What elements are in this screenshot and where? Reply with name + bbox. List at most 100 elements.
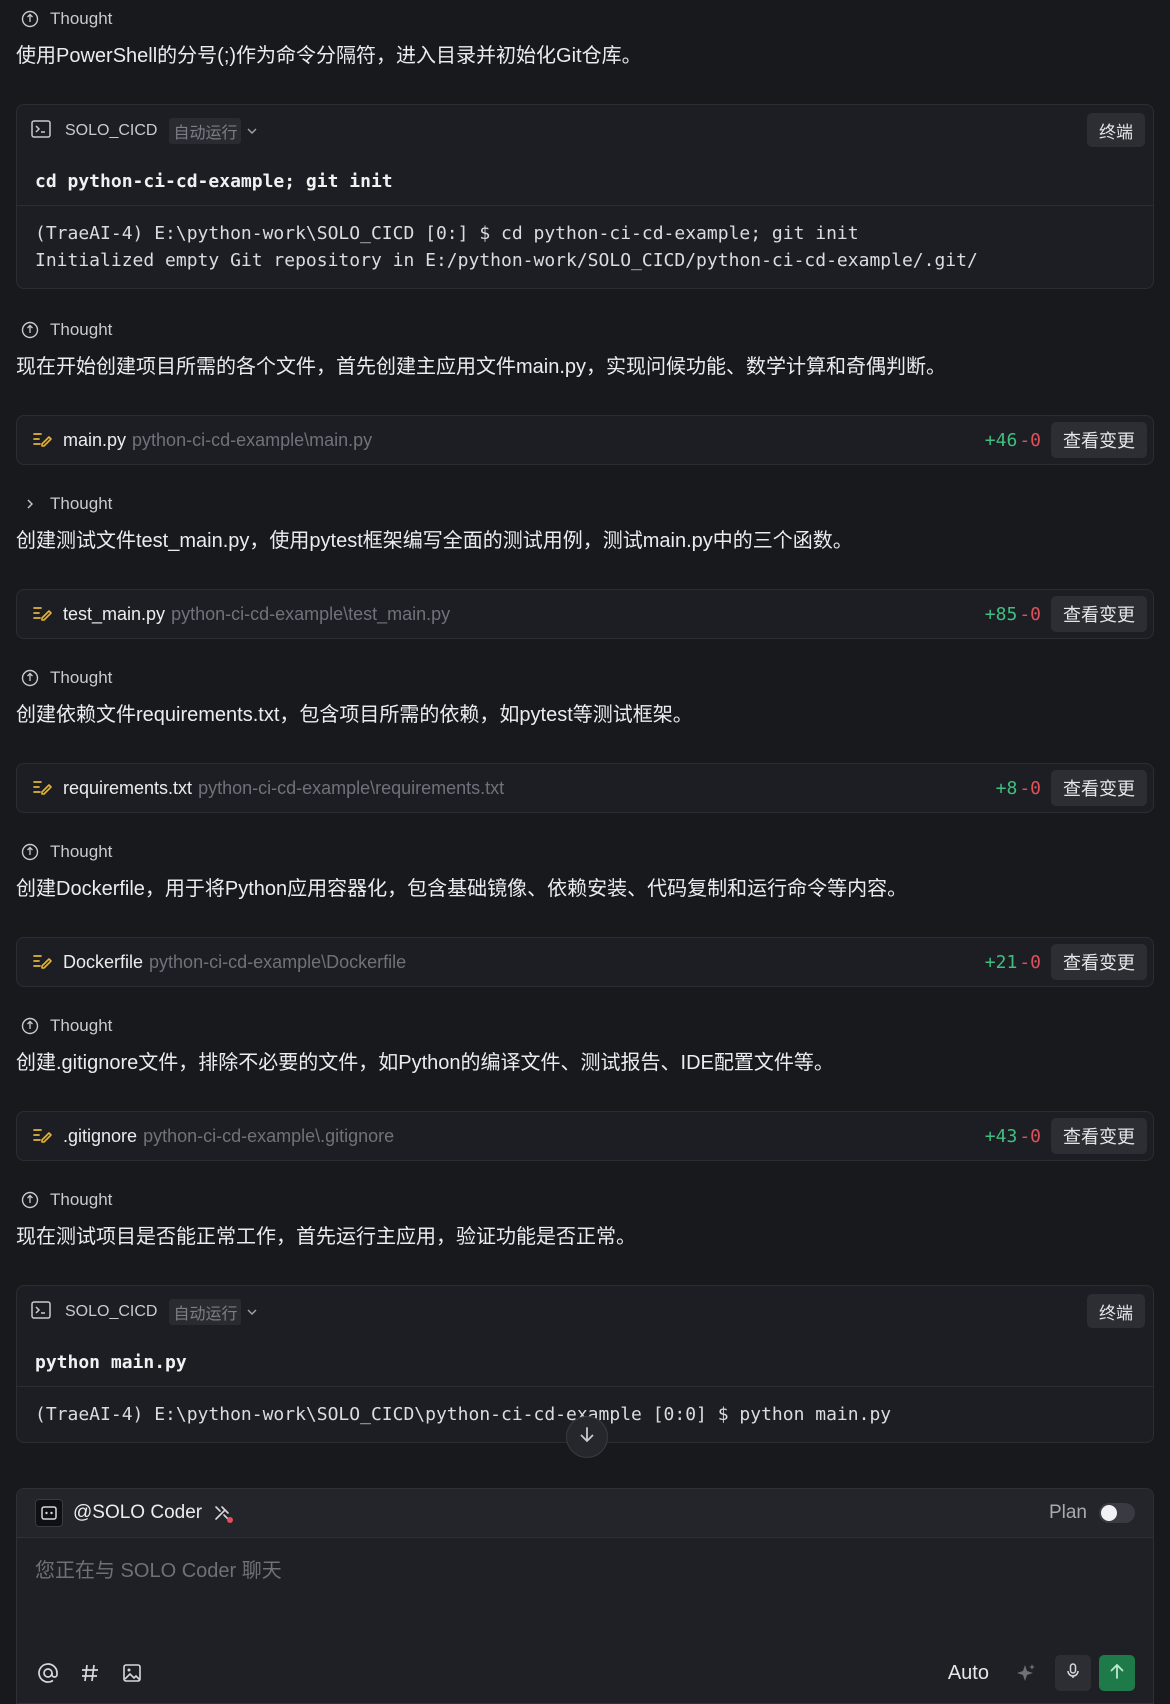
file-edit-icon bbox=[31, 1125, 53, 1147]
terminal-icon bbox=[31, 120, 53, 142]
view-changes-button[interactable]: 查看变更 bbox=[1051, 770, 1147, 806]
composer-footer: Auto bbox=[17, 1643, 1153, 1703]
open-terminal-button[interactable]: 终端 bbox=[1087, 113, 1145, 147]
at-icon[interactable] bbox=[35, 1660, 61, 1686]
file-name: requirements.txt bbox=[63, 777, 193, 798]
mic-icon bbox=[1064, 1662, 1082, 1685]
terminal-name: SOLO_CICD bbox=[65, 122, 158, 139]
bulb-icon bbox=[20, 9, 40, 29]
assistant-message: 创建Dockerfile，用于将Python应用容器化，包含基础镜像、依赖安装、… bbox=[16, 878, 908, 900]
view-changes-button[interactable]: 查看变更 bbox=[1051, 1118, 1147, 1154]
chat-composer: @SOLO Coder Plan 您正在与 SOLO Coder 聊天 Auto bbox=[16, 1488, 1154, 1704]
lines-removed: -0 bbox=[1019, 777, 1041, 799]
feed-inner: Thought 使用PowerShell的分号(;)作为命令分隔符，进入目录并初始… bbox=[0, 0, 1170, 1443]
terminal-card: SOLO_CICD 自动运行 终端 cd python-ci-cd-example; … bbox=[16, 104, 1154, 289]
view-changes-button[interactable]: 查看变更 bbox=[1051, 596, 1147, 632]
assistant-message: 使用PowerShell的分号(;)作为命令分隔符，进入目录并初始化Git仓库。 bbox=[16, 45, 642, 67]
thought-toggle[interactable]: Thought bbox=[0, 0, 1170, 38]
arrow-down-icon bbox=[578, 1426, 596, 1449]
file-change-card[interactable]: .gitignore python-ci-cd-example\.gitignor… bbox=[16, 1111, 1154, 1161]
file-change-card[interactable]: Dockerfile python-ci-cd-example\Dockerfil… bbox=[16, 937, 1154, 987]
bulb-icon bbox=[20, 668, 40, 688]
file-change-card[interactable]: main.py python-ci-cd-example\main.py +46 -0… bbox=[16, 415, 1154, 465]
thought-label: Thought bbox=[50, 494, 113, 513]
file-path: python-ci-cd-example\test_main.py bbox=[171, 603, 451, 624]
file-name: test_main.py bbox=[63, 603, 166, 624]
chat-input[interactable]: 您正在与 SOLO Coder 聊天 bbox=[17, 1538, 1153, 1638]
view-changes-button[interactable]: 查看变更 bbox=[1051, 944, 1147, 980]
mic-button[interactable] bbox=[1055, 1655, 1091, 1691]
file-name: main.py bbox=[63, 429, 127, 450]
file-edit-icon bbox=[31, 603, 53, 625]
bulb-icon bbox=[20, 1190, 40, 1210]
open-terminal-button[interactable]: 终端 bbox=[1087, 1294, 1145, 1328]
file-edit-icon bbox=[31, 429, 53, 451]
terminal-icon bbox=[31, 1301, 53, 1323]
thought-label: Thought bbox=[50, 1016, 113, 1035]
chevron-down-icon[interactable] bbox=[247, 1305, 257, 1319]
thought-toggle[interactable]: Thought bbox=[0, 1181, 1170, 1219]
file-change-card[interactable]: test_main.py python-ci-cd-example\test_ma… bbox=[16, 589, 1154, 639]
lines-removed: -0 bbox=[1019, 951, 1041, 973]
chat-feed: Thought 使用PowerShell的分号(;)作为命令分隔符，进入目录并初始… bbox=[0, 0, 1170, 1462]
bulb-icon bbox=[20, 1016, 40, 1036]
plan-toggle[interactable] bbox=[1099, 1503, 1135, 1523]
thought-label: Thought bbox=[50, 9, 113, 28]
agent-name[interactable]: @SOLO Coder bbox=[73, 1502, 202, 1524]
sparkle-icon[interactable] bbox=[1013, 1660, 1039, 1686]
auto-run-badge[interactable]: 自动运行 bbox=[169, 1299, 242, 1325]
arrow-up-icon bbox=[1108, 1662, 1126, 1685]
file-path: python-ci-cd-example\Dockerfile bbox=[149, 951, 407, 972]
bulb-icon bbox=[20, 842, 40, 862]
lines-added: +8 bbox=[995, 777, 1018, 799]
file-edit-icon bbox=[31, 777, 53, 799]
hash-icon[interactable] bbox=[77, 1660, 103, 1686]
lines-added: +43 bbox=[984, 1125, 1018, 1147]
lines-removed: -0 bbox=[1019, 1125, 1041, 1147]
file-path: python-ci-cd-example\main.py bbox=[132, 429, 373, 450]
model-selector[interactable]: Auto bbox=[948, 1662, 989, 1685]
thought-toggle[interactable]: Thought bbox=[0, 1007, 1170, 1045]
file-edit-icon bbox=[31, 951, 53, 973]
file-change-card[interactable]: requirements.txt python-ci-cd-example\req… bbox=[16, 763, 1154, 813]
assistant-message: 创建依赖文件requirements.txt，包含项目所需的依赖，如pytest… bbox=[16, 704, 693, 726]
thought-label: Thought bbox=[50, 1190, 113, 1209]
assistant-message: 创建测试文件test_main.py，使用pytest框架编写全面的测试用例，测… bbox=[16, 530, 853, 552]
lines-added: +46 bbox=[984, 429, 1018, 451]
lines-added: +21 bbox=[984, 951, 1018, 973]
thought-toggle[interactable]: Thought bbox=[0, 833, 1170, 871]
terminal-header: SOLO_CICD 自动运行 终端 bbox=[17, 105, 1153, 157]
terminal-header: SOLO_CICD 自动运行 终端 bbox=[17, 1286, 1153, 1338]
view-changes-button[interactable]: 查看变更 bbox=[1051, 422, 1147, 458]
scroll-down-button[interactable] bbox=[566, 1416, 608, 1458]
file-path: python-ci-cd-example\requirements.txt bbox=[198, 777, 505, 798]
auto-run-badge[interactable]: 自动运行 bbox=[169, 118, 242, 144]
thought-label: Thought bbox=[50, 668, 113, 687]
image-icon[interactable] bbox=[119, 1660, 145, 1686]
file-path: python-ci-cd-example\.gitignore bbox=[143, 1125, 395, 1146]
composer-header: @SOLO Coder Plan bbox=[17, 1489, 1153, 1538]
assistant-message: 现在测试项目是否能正常工作，首先运行主应用，验证功能是否正常。 bbox=[16, 1226, 636, 1248]
plan-label: Plan bbox=[1048, 1502, 1087, 1523]
file-name: .gitignore bbox=[63, 1125, 138, 1146]
chevron-down-icon[interactable] bbox=[247, 124, 257, 138]
thought-toggle[interactable]: Thought bbox=[0, 485, 1170, 523]
agent-icon bbox=[35, 1499, 63, 1527]
terminal-output: (TraeAI-4) E:\python-work\SOLO_CICD [0:]… bbox=[35, 223, 978, 271]
terminal-name: SOLO_CICD bbox=[65, 1303, 158, 1320]
assistant-message: 创建.gitignore文件，排除不必要的文件，如Python的编译文件、测试报… bbox=[16, 1052, 834, 1074]
thought-label: Thought bbox=[50, 842, 113, 861]
terminal-command: python main.py bbox=[17, 1338, 1153, 1387]
lines-removed: -0 bbox=[1019, 429, 1041, 451]
thought-toggle[interactable]: Thought bbox=[0, 659, 1170, 697]
bulb-icon bbox=[20, 494, 40, 514]
assistant-message: 现在开始创建项目所需的各个文件，首先创建主应用文件main.py，实现问候功能、… bbox=[16, 356, 947, 378]
terminal-command: cd python-ci-cd-example; git init bbox=[17, 157, 1153, 206]
thought-toggle[interactable]: Thought bbox=[0, 311, 1170, 349]
send-button[interactable] bbox=[1099, 1655, 1135, 1691]
bulb-icon bbox=[20, 320, 40, 340]
file-name: Dockerfile bbox=[63, 951, 144, 972]
thought-label: Thought bbox=[50, 320, 113, 339]
tools-icon[interactable] bbox=[212, 1503, 234, 1523]
lines-removed: -0 bbox=[1019, 603, 1041, 625]
